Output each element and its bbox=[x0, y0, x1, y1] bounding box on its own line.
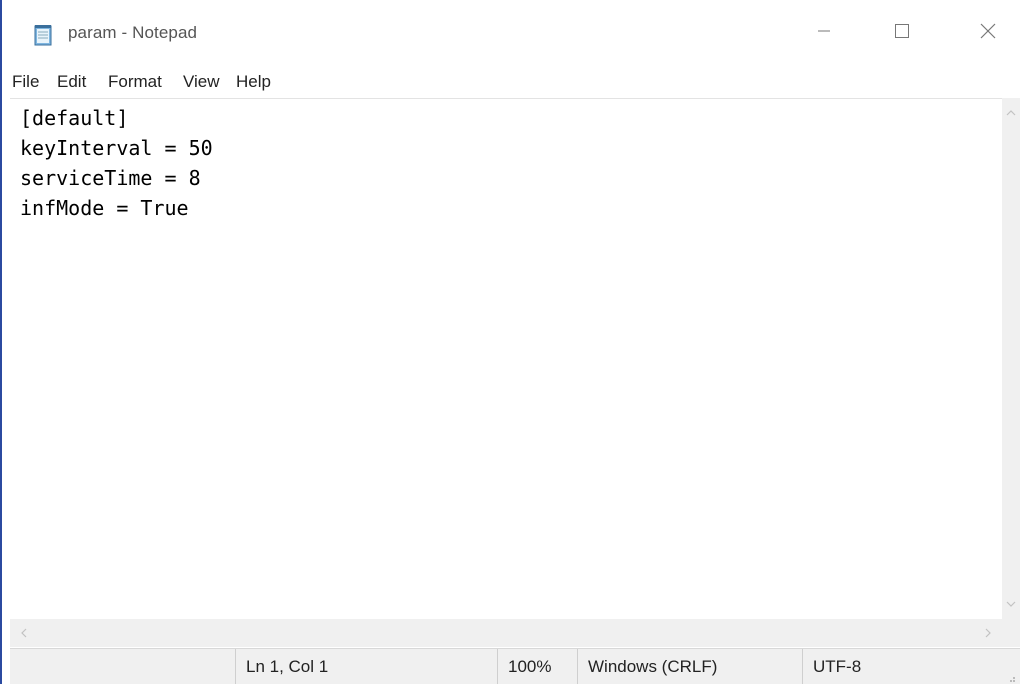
scroll-down-icon[interactable] bbox=[1002, 595, 1020, 613]
notepad-window: param - Notepad File Edit Format View He… bbox=[0, 0, 1020, 684]
status-bar: Ln 1, Col 1 100% Windows (CRLF) UTF-8 bbox=[10, 648, 1020, 684]
scroll-left-icon[interactable] bbox=[10, 619, 38, 647]
resize-grip-icon[interactable] bbox=[1006, 670, 1016, 682]
menu-bar: File Edit Format View Help bbox=[2, 66, 1020, 96]
zoom-level: 100% bbox=[497, 649, 577, 684]
scroll-up-icon[interactable] bbox=[1002, 104, 1020, 122]
scroll-right-icon[interactable] bbox=[974, 619, 1002, 647]
menu-file[interactable]: File bbox=[12, 70, 39, 94]
maximize-button[interactable] bbox=[876, 0, 928, 66]
menu-help[interactable]: Help bbox=[236, 70, 271, 94]
menu-edit[interactable]: Edit bbox=[57, 70, 86, 94]
text-editor[interactable]: [default] keyInterval = 50 serviceTime =… bbox=[10, 98, 1002, 619]
vertical-scrollbar[interactable] bbox=[1002, 98, 1020, 619]
scrollbar-corner bbox=[1002, 619, 1020, 647]
minimize-icon bbox=[817, 24, 831, 43]
encoding: UTF-8 bbox=[802, 649, 1020, 684]
window-title: param - Notepad bbox=[68, 23, 198, 42]
title-bar[interactable]: param - Notepad bbox=[2, 0, 1020, 66]
minimize-button[interactable] bbox=[798, 0, 850, 66]
maximize-icon bbox=[894, 23, 910, 44]
editor-content[interactable]: [default] keyInterval = 50 serviceTime =… bbox=[20, 103, 213, 223]
menu-view[interactable]: View bbox=[183, 70, 220, 94]
line-endings: Windows (CRLF) bbox=[577, 649, 802, 684]
close-icon bbox=[980, 23, 996, 44]
menu-format[interactable]: Format bbox=[108, 70, 162, 94]
cursor-position: Ln 1, Col 1 bbox=[235, 649, 497, 684]
notepad-icon bbox=[32, 24, 54, 46]
close-button[interactable] bbox=[962, 0, 1014, 66]
horizontal-scrollbar[interactable] bbox=[10, 619, 1002, 647]
